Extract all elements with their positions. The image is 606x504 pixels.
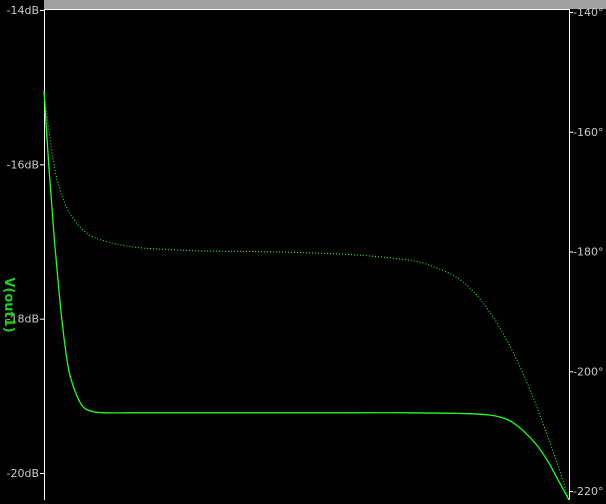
left-tick-label: -16dB <box>7 158 40 171</box>
plot-area <box>44 9 569 500</box>
y-axis-label: V(out1) <box>1 277 16 332</box>
right-tick-label: -180° <box>573 246 603 259</box>
bode-plot: -14dB-16dB-18dB-20dB -140°-160°-180°-200… <box>0 0 606 501</box>
left-tick-label: -14dB <box>7 4 40 17</box>
plot-window: -14dB -16dB -18dB -20dB -140° -160° -180° -200… <box>0 0 606 501</box>
right-tick-label: -220° <box>573 485 603 498</box>
left-tick-label: -20dB <box>7 467 40 480</box>
top-frame-strip <box>44 0 606 9</box>
right-tick-label: -200° <box>573 365 603 378</box>
right-tick-label: -140° <box>573 6 603 19</box>
right-tick-label: -160° <box>573 126 603 139</box>
